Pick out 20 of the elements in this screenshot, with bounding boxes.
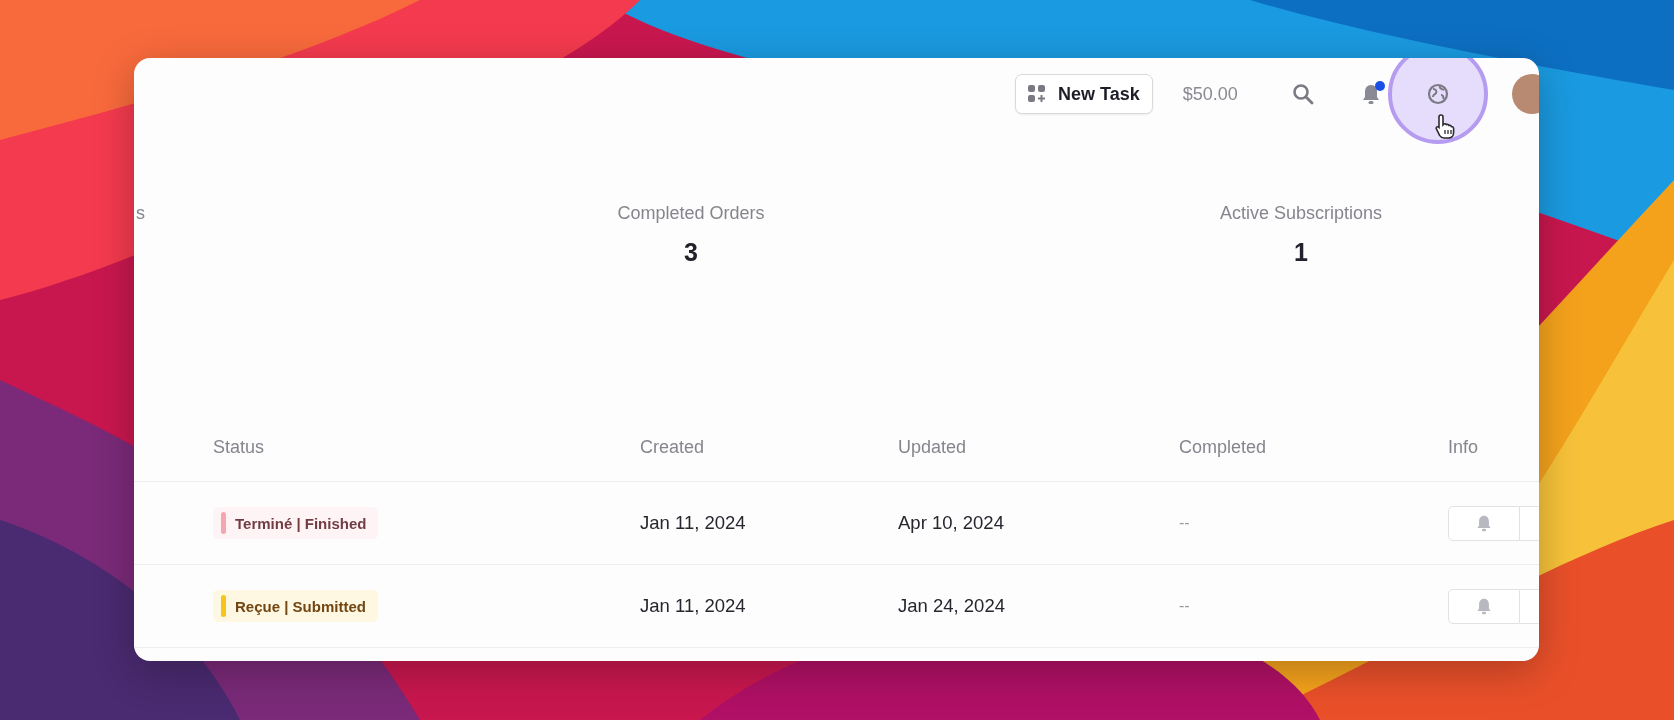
table-cell-text: Jan 11, 2024 [640, 512, 747, 534]
column-header: Status [213, 436, 266, 458]
table-cell-text: Jan 11, 2024 [640, 595, 747, 617]
table-cell-text: Apr 10, 2024 [898, 512, 1005, 534]
stat-value: 3 [684, 238, 698, 267]
table-cell-text: -- [1179, 514, 1191, 532]
stat-value: 1 [1294, 238, 1308, 267]
table-cell-text: Jan 24, 2024 [898, 595, 1006, 617]
status-tag: Terminé | Finished [213, 507, 379, 539]
column-header: Updated [898, 436, 968, 458]
column-header: Completed [1179, 436, 1268, 458]
new-task-button[interactable]: New Task [1015, 74, 1153, 114]
column-header: Info [1448, 436, 1480, 458]
table-cell-text: -- [1179, 597, 1191, 615]
column-header: Created [640, 436, 706, 458]
stat-label: s [136, 203, 145, 224]
stat-label: Completed Orders [617, 203, 765, 224]
stat-label: Active Subscriptions [1219, 203, 1383, 224]
status-tag: Reçue | Submitted [213, 590, 378, 622]
balance-amount: $50.00 [1182, 83, 1238, 105]
